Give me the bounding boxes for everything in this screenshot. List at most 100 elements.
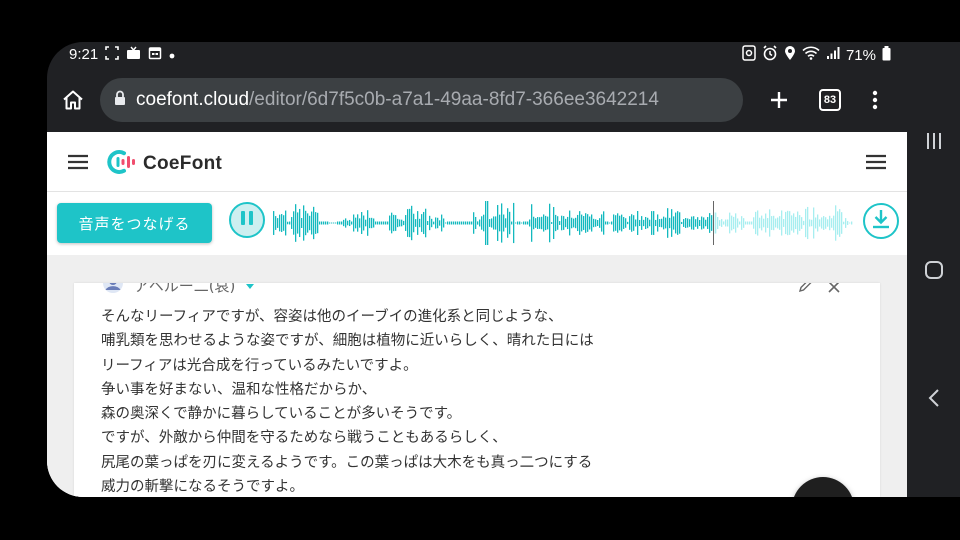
speaker-dropdown-icon[interactable] (245, 283, 255, 295)
connect-audio-button[interactable]: 音声をつなげる (57, 203, 212, 243)
tab-switcher-button[interactable]: 83 (819, 89, 841, 111)
waveform-bar (773, 215, 775, 231)
waveform-bar (729, 212, 731, 234)
editor-area: アヘルー二(哀) そんなリーフィアですが、容姿は他のイーブイの進化系と同じような… (47, 255, 907, 497)
waveform-bar (375, 221, 377, 225)
waveform-bar (297, 212, 299, 234)
waveform-bar (733, 216, 735, 230)
waveform-bar (413, 213, 415, 233)
waveform-bar (579, 211, 581, 235)
waveform-bar (533, 216, 535, 230)
waveform-bar (577, 214, 579, 232)
waveform-bar (695, 219, 697, 227)
waveform-bar (839, 209, 841, 237)
waveform-bar (645, 216, 647, 230)
waveform-bar (531, 204, 533, 242)
waveform-bar (369, 217, 371, 229)
hamburger-menu-icon-right[interactable] (865, 154, 887, 174)
waveform-bar (809, 219, 811, 227)
waveform-bar (305, 210, 307, 236)
brand-name: CoeFont (143, 153, 223, 174)
waveform-bar (273, 211, 275, 235)
waveform-bar (717, 216, 719, 230)
waveform-bar (329, 222, 331, 224)
waveform-bar (509, 211, 511, 235)
waveform-bar (489, 219, 491, 227)
waveform-bar (385, 221, 387, 225)
waveform-bar (701, 216, 703, 230)
address-bar[interactable]: coefont.cloud/editor/6d7f5c0b-a7a1-49aa-… (100, 78, 743, 122)
waveform-bar (643, 219, 645, 227)
waveform-bar (599, 218, 601, 228)
waveform-bar (529, 219, 531, 227)
home-nav-icon[interactable] (907, 260, 960, 280)
waveform-bar (655, 219, 657, 227)
coefont-logo[interactable]: CoeFont (105, 148, 222, 180)
waveform-bar (561, 215, 563, 231)
script-line: 森の奥深くで静かに暮らしていることが多いそうです。 (101, 406, 462, 423)
waveform-bar (765, 213, 767, 233)
waveform-bar (441, 214, 443, 232)
waveform-bar (623, 217, 625, 229)
waveform-bar (411, 205, 413, 241)
waveform-bar (827, 219, 829, 227)
waveform-bar (597, 219, 599, 227)
waveform-bar (755, 211, 757, 235)
script-line: 争い事を好まない、温和な性格だからか、 (101, 381, 377, 398)
hamburger-menu-icon[interactable] (67, 154, 89, 174)
waveform-bar (625, 218, 627, 228)
waveform-bar (517, 221, 519, 225)
download-button[interactable] (863, 203, 899, 239)
waveform-bar (783, 219, 785, 227)
waveform-bar (555, 214, 557, 232)
waveform-bar (403, 220, 405, 226)
speaker-avatar[interactable] (102, 283, 124, 298)
waveform-bar (671, 209, 673, 237)
waveform-bar (819, 219, 821, 227)
back-nav-icon[interactable] (907, 388, 960, 408)
edit-icon[interactable] (798, 283, 812, 297)
waveform-bar (707, 217, 709, 229)
speaker-name[interactable]: アヘルー二(哀) (134, 283, 235, 296)
waveform-bar (499, 214, 501, 232)
script-text[interactable]: そんなリーフィアですが、容姿は他のイーブイの進化系と同じような、 哺乳類を思わせる… (101, 305, 594, 497)
waveform-bar (277, 218, 279, 228)
waveform-bar (435, 217, 437, 229)
waveform-bar (453, 221, 455, 225)
waveform-bar (851, 221, 853, 225)
battery-percent: 71% (845, 46, 876, 64)
new-tab-icon[interactable] (767, 88, 791, 116)
pause-button[interactable] (229, 202, 265, 238)
home-icon[interactable] (61, 88, 85, 116)
waveform-bar (429, 215, 431, 231)
waveform-bar (817, 214, 819, 232)
url-text[interactable]: coefont.cloud/editor/6d7f5c0b-a7a1-49aa-… (136, 89, 659, 111)
waveform-bar (313, 206, 315, 240)
waveform-bar (725, 219, 727, 227)
waveform-bar (293, 211, 295, 235)
waveform-bar (447, 221, 449, 225)
waveform-bar (361, 212, 363, 234)
waveform-bar (571, 217, 573, 229)
waveform-bar (591, 214, 593, 232)
audio-waveform[interactable] (273, 201, 853, 245)
waveform-bar (739, 221, 741, 225)
waveform-bar (459, 221, 461, 225)
waveform-bar (747, 221, 749, 225)
waveform-bar (649, 219, 651, 227)
text-block-card: アヘルー二(哀) そんなリーフィアですが、容姿は他のイーブイの進化系と同じような… (74, 283, 880, 497)
recent-apps-icon[interactable] (907, 132, 960, 150)
waveform-bar (477, 221, 479, 225)
waveform-bar (849, 222, 851, 224)
tv-icon (126, 46, 141, 64)
playhead[interactable] (713, 201, 714, 245)
waveform-bar (563, 216, 565, 230)
waveform-bar (407, 209, 409, 237)
waveform-bar (405, 215, 407, 231)
waveform-bar (379, 221, 381, 225)
more-options-icon[interactable] (867, 88, 883, 116)
waveform-bar (443, 218, 445, 228)
close-icon[interactable] (828, 283, 840, 297)
waveform-bar (593, 218, 595, 228)
waveform-bar (627, 221, 629, 225)
